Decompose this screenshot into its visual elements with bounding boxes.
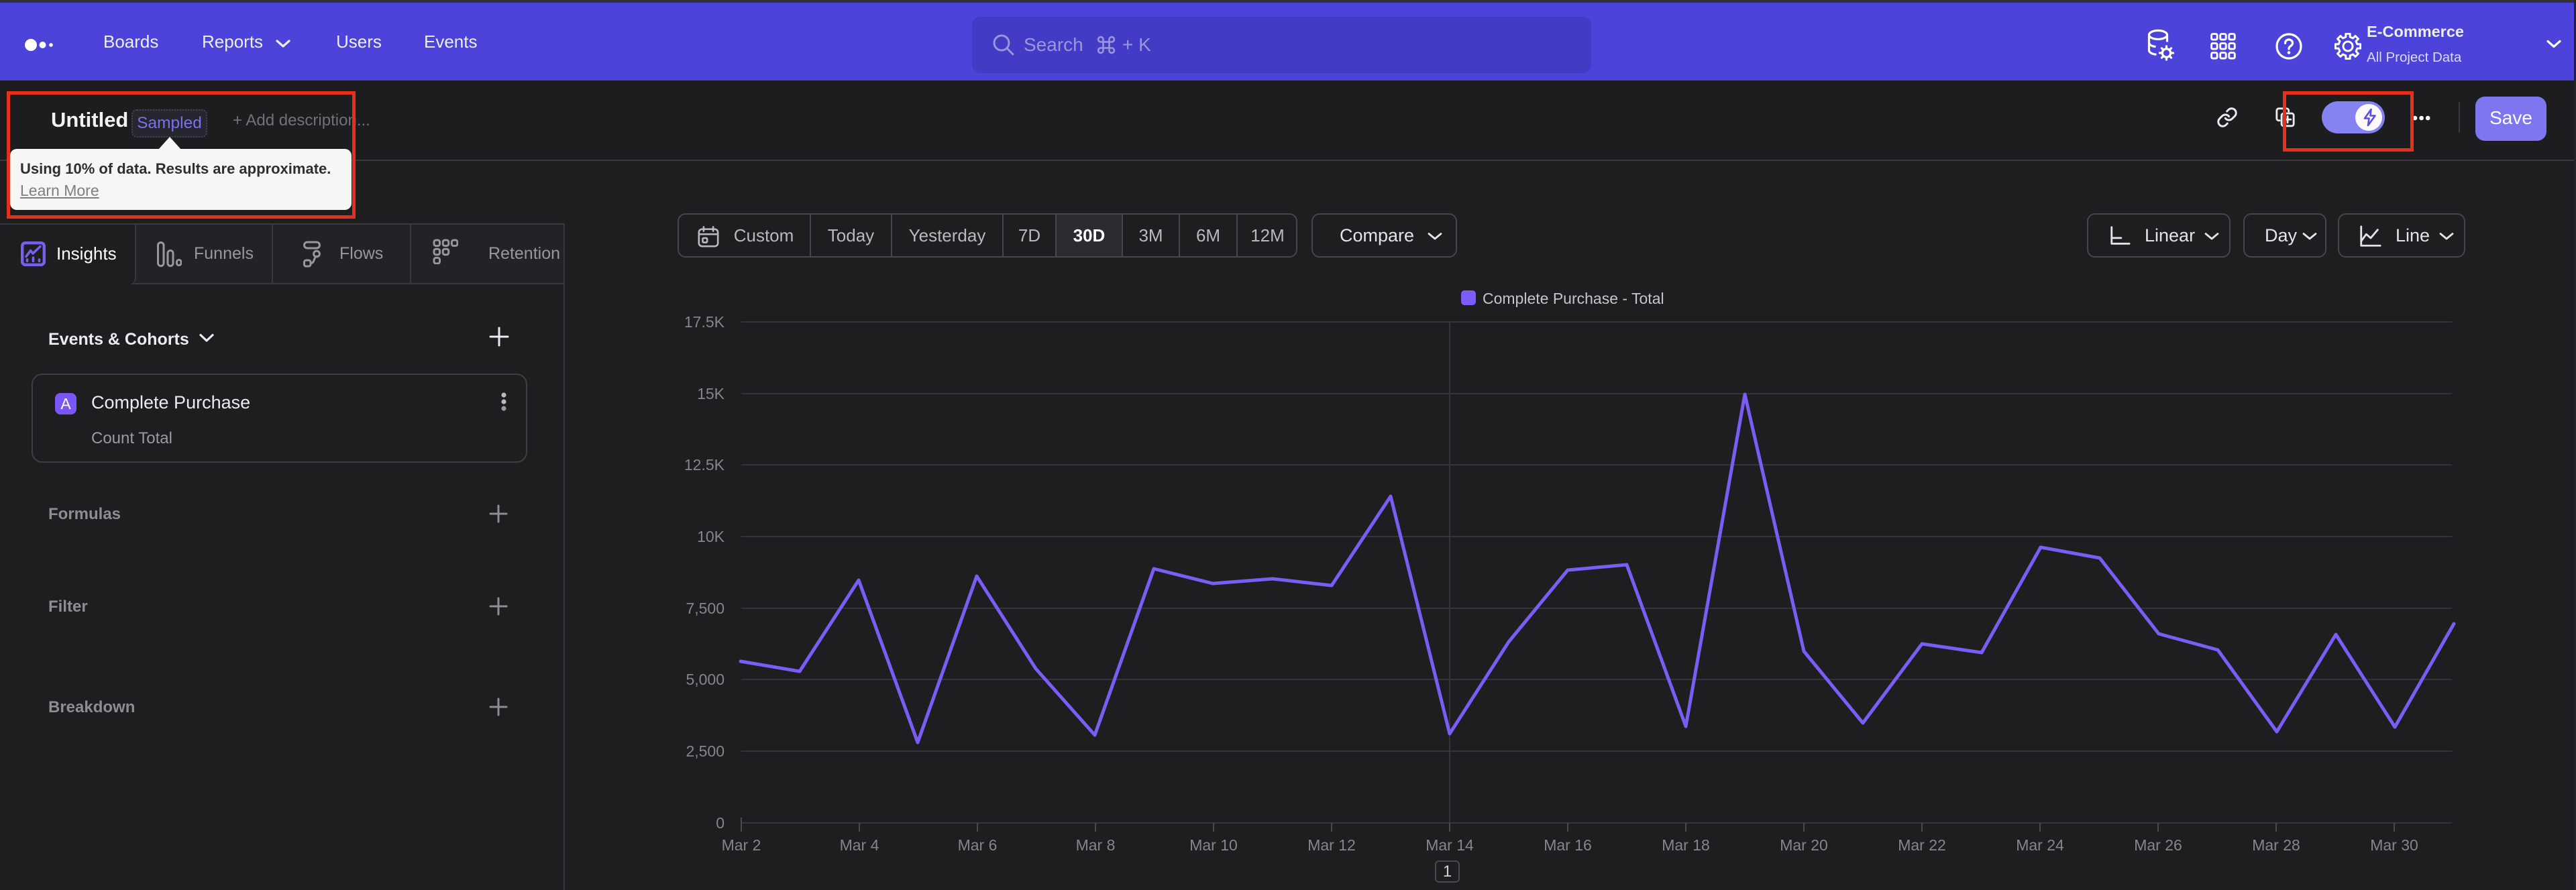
svg-text:Mar 26: Mar 26 [2134,836,2182,854]
svg-text:Mar 12: Mar 12 [1307,836,1356,854]
svg-text:Mar 14: Mar 14 [1426,836,1474,854]
svg-text:Mar 4: Mar 4 [840,836,879,854]
svg-text:Mar 28: Mar 28 [2252,836,2300,854]
svg-text:Complete Purchase - Total: Complete Purchase - Total [1483,290,1664,307]
svg-text:0: 0 [716,814,724,832]
svg-text:15K: 15K [697,385,725,402]
svg-text:Mar 8: Mar 8 [1076,836,1116,854]
svg-text:Mar 20: Mar 20 [1780,836,1828,854]
svg-text:Mar 24: Mar 24 [2016,836,2064,854]
svg-text:5,000: 5,000 [686,671,724,688]
svg-text:Mar 22: Mar 22 [1898,836,1946,854]
svg-text:7,500: 7,500 [686,600,724,617]
svg-text:Mar 10: Mar 10 [1189,836,1238,854]
svg-text:Mar 16: Mar 16 [1544,836,1592,854]
svg-text:17.5K: 17.5K [684,313,725,331]
svg-text:Mar 18: Mar 18 [1662,836,1710,854]
svg-text:2,500: 2,500 [686,742,724,760]
svg-text:Mar 30: Mar 30 [2370,836,2418,854]
svg-text:Mar 6: Mar 6 [958,836,998,854]
svg-text:12.5K: 12.5K [684,456,725,474]
svg-text:Mar 2: Mar 2 [722,836,761,854]
svg-text:10K: 10K [697,528,725,545]
